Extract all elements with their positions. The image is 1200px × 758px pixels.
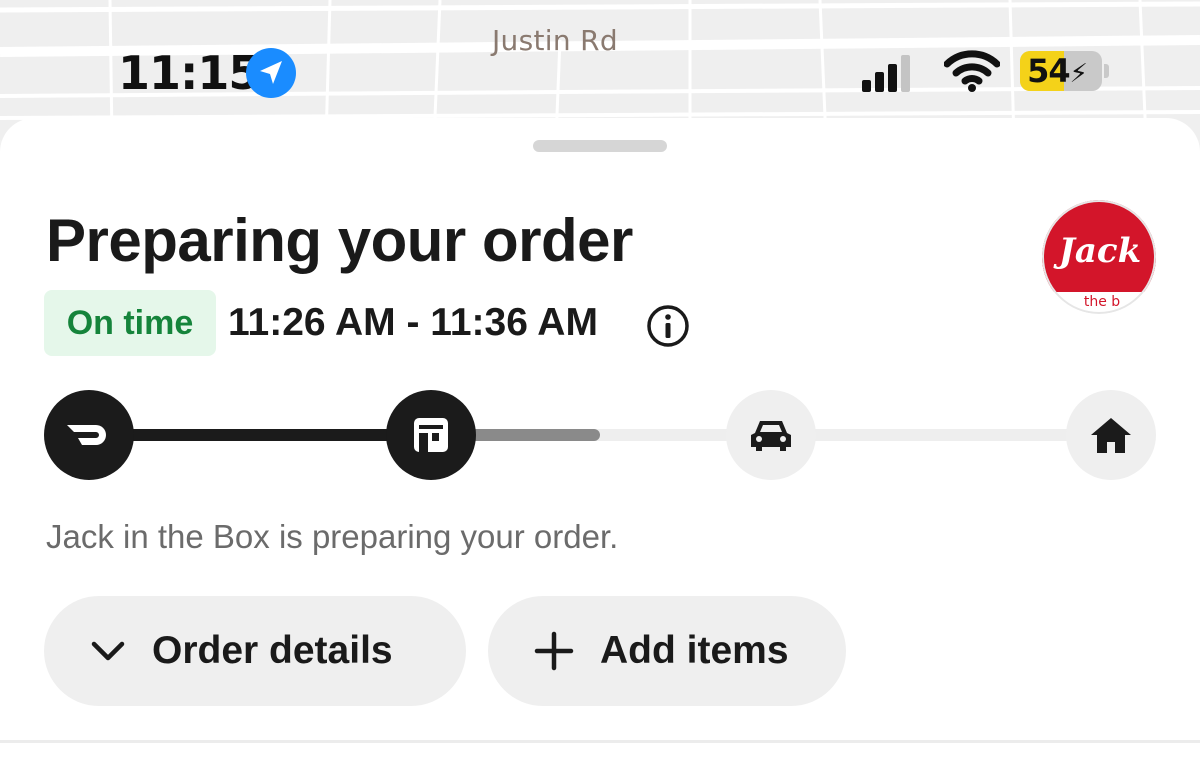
plus-icon [534,631,574,671]
order-status-message: Jack in the Box is preparing your order. [46,518,619,555]
restaurant-logo[interactable]: Jack the b [1042,200,1156,314]
progress-track-complete [90,429,430,441]
street-label: Justin Rd [492,24,618,57]
on-time-badge: On time [44,290,216,356]
eta-range: 11:26 AM - 11:36 AM [228,301,598,344]
section-divider [0,740,1200,743]
progress-step-dasher [44,390,134,480]
order-details-button[interactable]: Order details [44,596,466,706]
progress-step-home [1066,390,1156,480]
order-status-sheet: Preparing your order On time 11:26 AM - … [0,118,1200,758]
sheet-grabber[interactable] [533,140,667,152]
car-icon [751,421,791,451]
home-icon [1091,418,1131,453]
progress-step-store [386,390,476,480]
cellular-signal-icon [862,55,910,92]
charging-bolt-icon: ⚡ [1069,59,1088,89]
page-title: Preparing your order [46,207,633,274]
logo-text: Jack [1053,231,1141,271]
doordash-icon [67,425,106,445]
progress-step-car [726,390,816,480]
store-icon [414,418,448,452]
status-time: 11:15 [118,46,260,100]
location-arrow-icon [246,48,296,98]
chevron-down-icon [91,641,125,661]
battery-indicator: 54⚡ [1020,51,1102,91]
wifi-icon [944,50,1000,92]
add-items-button[interactable]: Add items [488,596,846,706]
battery-percent: 54 [1027,52,1071,90]
order-details-label: Order details [152,629,393,672]
info-icon[interactable] [646,304,690,348]
battery-tip [1104,64,1109,78]
add-items-label: Add items [600,629,789,672]
logo-subtext: the b [1084,294,1120,310]
